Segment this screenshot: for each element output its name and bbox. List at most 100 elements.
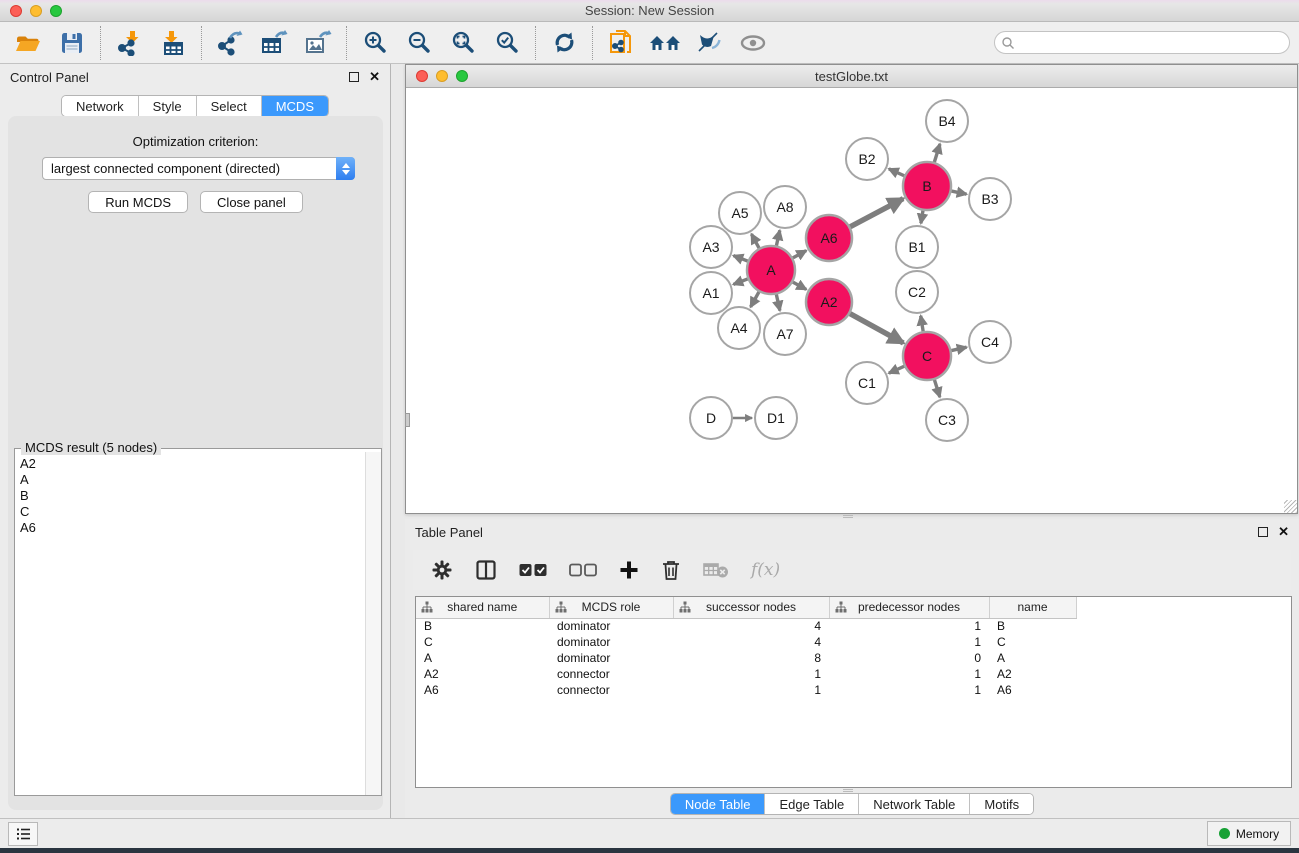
tab-select[interactable]: Select <box>197 96 262 116</box>
graph-edge-A-A3[interactable] <box>733 256 747 261</box>
table-cell[interactable]: B <box>416 618 549 634</box>
column-header-successor-nodes[interactable]: successor nodes <box>673 597 829 618</box>
table-cell[interactable]: 4 <box>673 634 829 650</box>
import-table-button[interactable] <box>155 27 191 59</box>
apply-layout-button[interactable] <box>546 27 582 59</box>
table-row[interactable]: Adominator80A <box>416 650 1092 666</box>
save-session-button[interactable] <box>54 27 90 59</box>
graph-edge-A-A1[interactable] <box>733 279 747 284</box>
graph-edge-A2-C[interactable] <box>850 314 903 343</box>
graph-edge-C-C2[interactable] <box>921 316 923 332</box>
tab-node-table[interactable]: Node Table <box>671 794 766 814</box>
export-table-button[interactable] <box>256 27 292 59</box>
tab-style[interactable]: Style <box>139 96 197 116</box>
table-cell[interactable]: 4 <box>673 618 829 634</box>
column-header-name[interactable]: name <box>989 597 1076 618</box>
table-cell[interactable]: 1 <box>829 666 989 682</box>
table-cell[interactable]: connector <box>549 682 673 698</box>
table-cell[interactable]: 1 <box>829 634 989 650</box>
column-header-MCDS-role[interactable]: MCDS role <box>549 597 673 618</box>
close-panel-button[interactable]: Close panel <box>200 191 303 213</box>
result-scrollbar[interactable] <box>365 452 381 795</box>
graph-edge-A-A2[interactable] <box>793 282 806 289</box>
graph-edge-A-A8[interactable] <box>776 230 779 245</box>
result-item[interactable]: C <box>20 504 365 520</box>
delete-columns-button[interactable] <box>661 559 681 581</box>
result-item[interactable]: A6 <box>20 520 365 536</box>
table-cell[interactable]: dominator <box>549 634 673 650</box>
show-panels-button[interactable] <box>8 822 38 846</box>
run-mcds-button[interactable]: Run MCDS <box>88 191 188 213</box>
table-cell[interactable]: 1 <box>829 618 989 634</box>
column-header-shared-name[interactable]: shared name <box>416 597 549 618</box>
table-cell[interactable]: dominator <box>549 650 673 666</box>
graph-edge-A-A5[interactable] <box>751 234 759 248</box>
table-cell[interactable]: C <box>416 634 549 650</box>
export-image-button[interactable] <box>300 27 336 59</box>
table-cell[interactable]: 0 <box>829 650 989 666</box>
open-file-button[interactable] <box>10 27 46 59</box>
function-builder-button[interactable]: f(x) <box>751 560 780 580</box>
table-cell[interactable]: A2 <box>989 666 1076 682</box>
table-cell[interactable]: B <box>989 618 1076 634</box>
search-input[interactable] <box>1015 32 1289 53</box>
zoom-in-button[interactable] <box>357 27 393 59</box>
tab-edge-table[interactable]: Edge Table <box>765 794 859 814</box>
table-options-button[interactable] <box>431 559 453 581</box>
show-graphics-details-button[interactable] <box>735 27 771 59</box>
first-neighbors-button[interactable] <box>647 27 683 59</box>
graph-edge-C-C4[interactable] <box>951 347 966 350</box>
graph-edge-A-A4[interactable] <box>751 292 759 307</box>
float-panel-icon[interactable] <box>349 72 359 82</box>
criterion-dropdown[interactable]: largest connected component (directed) <box>42 157 355 180</box>
graph-edge-B-B1[interactable] <box>921 211 923 224</box>
table-cell[interactable]: connector <box>549 666 673 682</box>
table-cell[interactable]: 1 <box>673 682 829 698</box>
tab-motifs[interactable]: Motifs <box>970 794 1033 814</box>
result-item[interactable]: A <box>20 472 365 488</box>
zoom-fit-button[interactable] <box>445 27 481 59</box>
zoom-out-button[interactable] <box>401 27 437 59</box>
graph-edge-B-B4[interactable] <box>934 144 940 162</box>
tab-network-table[interactable]: Network Table <box>859 794 970 814</box>
result-item[interactable]: B <box>20 488 365 504</box>
mcds-result-list[interactable]: A2ABCA6 <box>15 452 365 795</box>
graph-edge-A6-B[interactable] <box>850 199 903 227</box>
table-splitter-grip[interactable] <box>843 789 853 793</box>
graph-edge-C-C3[interactable] <box>934 380 939 397</box>
result-item[interactable]: A2 <box>20 456 365 472</box>
delete-table-button[interactable] <box>703 561 729 579</box>
new-network-from-selection-button[interactable] <box>603 27 639 59</box>
table-row[interactable]: A2connector11A2 <box>416 666 1092 682</box>
import-network-button[interactable] <box>111 27 147 59</box>
search-field[interactable] <box>994 31 1290 54</box>
table-cell[interactable]: A <box>989 650 1076 666</box>
select-all-columns-button[interactable] <box>519 563 547 577</box>
unselect-all-columns-button[interactable] <box>569 563 597 577</box>
network-canvas[interactable]: B4B2BB3A5A8A6A3B1AC2A1A2A4A7C4CC1DD1C3 <box>406 88 1297 513</box>
graph-edge-A-A6[interactable] <box>793 251 806 258</box>
export-network-button[interactable] <box>212 27 248 59</box>
tab-mcds[interactable]: MCDS <box>262 96 328 116</box>
table-row[interactable]: A6connector11A6 <box>416 682 1092 698</box>
table-cell[interactable]: A6 <box>416 682 549 698</box>
zoom-selected-button[interactable] <box>489 27 525 59</box>
table-cell[interactable]: 1 <box>829 682 989 698</box>
column-header-predecessor-nodes[interactable]: predecessor nodes <box>829 597 989 618</box>
show-column-button[interactable] <box>475 559 497 581</box>
graph-edge-C-C1[interactable] <box>889 366 904 373</box>
table-cell[interactable]: 1 <box>673 666 829 682</box>
close-panel-icon[interactable]: ✕ <box>369 72 380 82</box>
table-cell[interactable]: C <box>989 634 1076 650</box>
tab-network[interactable]: Network <box>62 96 139 116</box>
table-cell[interactable]: A6 <box>989 682 1076 698</box>
table-cell[interactable]: A2 <box>416 666 549 682</box>
memory-button[interactable]: Memory <box>1207 821 1291 846</box>
float-table-panel-icon[interactable] <box>1258 527 1268 537</box>
graph-edge-B-B2[interactable] <box>889 169 904 176</box>
table-row[interactable]: Cdominator41C <box>416 634 1092 650</box>
create-column-button[interactable] <box>619 560 639 580</box>
table-cell[interactable]: A <box>416 650 549 666</box>
table-cell[interactable]: 8 <box>673 650 829 666</box>
graph-edge-B-B3[interactable] <box>951 191 966 194</box>
